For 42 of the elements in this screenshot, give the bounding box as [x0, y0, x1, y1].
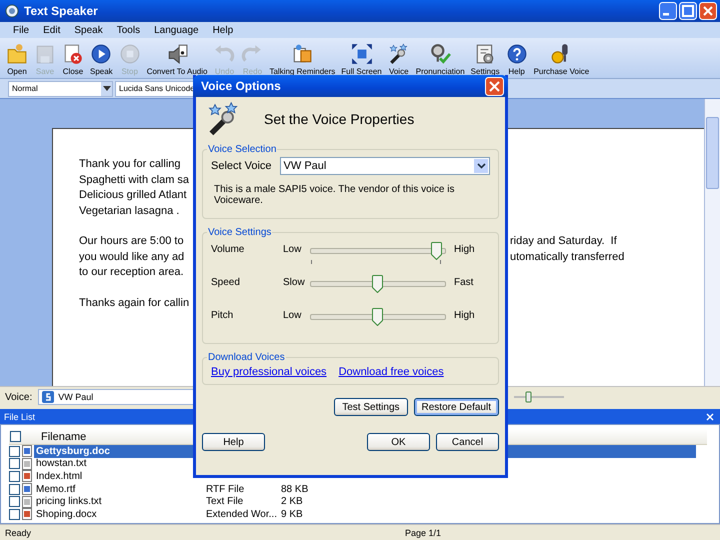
slider-min-label: Slow — [283, 277, 306, 288]
document-text: Thank you for calling — [79, 157, 180, 172]
dialog-heading: Set the Voice Properties — [264, 111, 414, 127]
document-text: to our reception area. — [79, 265, 184, 280]
slider-max-label: High — [454, 310, 475, 321]
document-text: riday and Saturday. If — [510, 234, 618, 249]
file-name: Memo.rtf — [36, 484, 76, 495]
group-label: Download Voices — [207, 352, 286, 363]
window-title: Text Speaker — [24, 4, 99, 18]
slider-min-label: Low — [283, 310, 302, 321]
group-label: Voice Settings — [207, 227, 272, 238]
slider-min-label: Low — [283, 244, 302, 255]
file-name: howstan.txt — [36, 458, 88, 470]
document-text: you would like any ad — [79, 250, 184, 264]
file-name: Gettysburg.doc — [36, 446, 111, 457]
slider-label: Volume — [211, 244, 246, 255]
file-size: 2 KB — [281, 496, 303, 508]
slider-max-label: Fast — [454, 277, 474, 288]
file-type: RTF File — [206, 484, 246, 495]
file-type: Text File — [206, 496, 244, 508]
slider-label: Pitch — [211, 310, 234, 321]
document-text: Our hours are 5:00 to — [79, 234, 184, 249]
file-type: Extended Wor... — [206, 508, 278, 520]
voice-description: This is a male SAPI5 voice. The vendor of this voice is Voiceware. — [214, 184, 456, 206]
file-name: pricing links.txt — [36, 496, 103, 508]
status-text: Ready — [5, 528, 32, 538]
panel-title: File List — [4, 412, 36, 422]
field-label: Select Voice — [211, 160, 272, 172]
voice-label: Voice: — [5, 392, 32, 402]
slider-label: Speed — [211, 277, 241, 288]
file-name: Index.html — [36, 470, 84, 482]
file-name: Shoping.docx — [36, 508, 98, 520]
slider-max-label: High — [454, 244, 475, 255]
page-indicator: Page 1/1 — [405, 528, 442, 538]
file-size: 9 KB — [281, 508, 303, 520]
document-text: Spaghetti with clam sa — [79, 172, 190, 188]
file-size: 88 KB — [281, 484, 308, 495]
document-text: utomatically transferred — [510, 250, 626, 264]
document-text: Vegetarian lasagna . — [79, 204, 180, 218]
document-text: Thanks again for callin — [79, 296, 190, 310]
document-text: Delicious grilled Atlant — [79, 188, 187, 203]
group-label: Voice Selection — [207, 144, 278, 155]
